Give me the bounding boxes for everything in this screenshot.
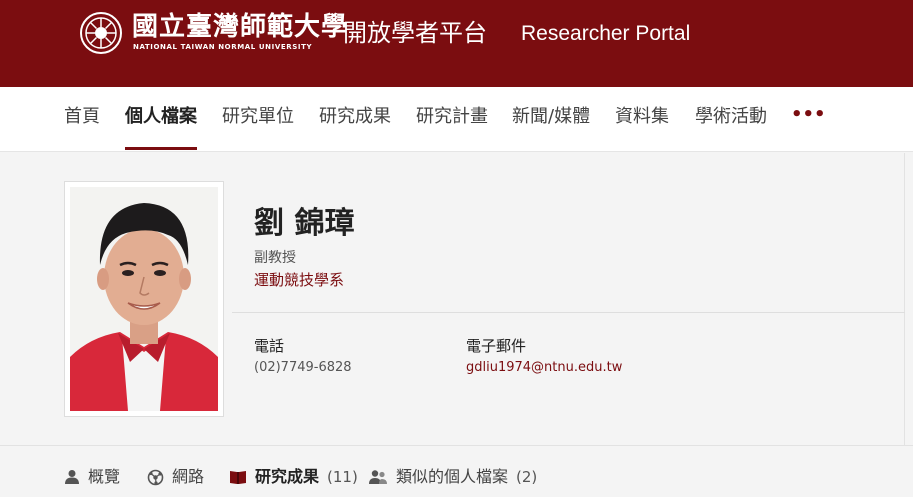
tab-research-output-label: 研究成果 xyxy=(255,467,320,486)
logo-chinese-name[interactable]: 國立臺灣師範大學 xyxy=(132,12,348,42)
tab-similar-profiles-label: 類似的個人檔案 xyxy=(396,467,509,486)
portal-title-english[interactable]: Researcher Portal xyxy=(521,21,690,47)
tab-overview-label: 概覽 xyxy=(88,467,121,486)
nav-activities[interactable]: 學術活動 xyxy=(695,105,767,129)
main-navigation: 首頁 個人檔案 研究單位 研究成果 研究計畫 新聞/媒體 資料集 學術活動 ••… xyxy=(0,87,913,152)
person-icon xyxy=(65,470,79,484)
department-link[interactable]: 運動競技學系 xyxy=(254,270,344,290)
researcher-name: 劉 錦璋 xyxy=(254,206,355,241)
portal-title-chinese[interactable]: 開放學者平台 xyxy=(343,18,487,48)
nav-more-button[interactable]: ••• xyxy=(791,105,826,125)
tab-overview[interactable]: 概覽 xyxy=(64,466,120,488)
phone-value: (02)7749-6828 xyxy=(254,360,352,375)
tab-network[interactable]: 網路 xyxy=(147,466,204,488)
profile-photo xyxy=(70,187,218,411)
nav-home[interactable]: 首頁 xyxy=(64,105,100,129)
researcher-title: 副教授 xyxy=(254,250,296,266)
network-icon xyxy=(147,469,164,485)
tab-research-output-count: (11) xyxy=(327,468,358,486)
nav-profiles[interactable]: 個人檔案 xyxy=(125,105,197,129)
email-label: 電子郵件 xyxy=(466,337,527,355)
tab-similar-profiles-count: (2) xyxy=(516,468,538,486)
nav-datasets[interactable]: 資料集 xyxy=(615,105,669,129)
nav-projects[interactable]: 研究計畫 xyxy=(416,105,488,129)
nav-news-media[interactable]: 新聞/媒體 xyxy=(512,105,590,129)
tab-similar-profiles[interactable]: 類似的個人檔案 (2) xyxy=(368,466,537,488)
tab-research-output[interactable]: 研究成果 (11) xyxy=(229,466,358,488)
nav-research-output[interactable]: 研究成果 xyxy=(319,105,391,129)
book-icon xyxy=(230,471,246,484)
similar-people-icon xyxy=(369,470,387,484)
email-link[interactable]: gdliu1974@ntnu.edu.tw xyxy=(466,359,622,377)
logo-english-name[interactable]: NATIONAL TAIWAN NORMAL UNIVERSITY xyxy=(133,42,312,52)
tab-network-label: 網路 xyxy=(172,467,205,486)
phone-label: 電話 xyxy=(254,337,285,355)
university-emblem-icon[interactable] xyxy=(80,12,122,54)
top-header: 國立臺灣師範大學 NATIONAL TAIWAN NORMAL UNIVERSI… xyxy=(0,0,913,87)
profile-divider xyxy=(232,312,905,313)
nav-research-units[interactable]: 研究單位 xyxy=(222,105,294,129)
profile-tabs: 概覽 網路 研究成果 (11) 類似的個人檔案 (2) xyxy=(0,445,913,497)
active-nav-indicator xyxy=(125,147,197,150)
